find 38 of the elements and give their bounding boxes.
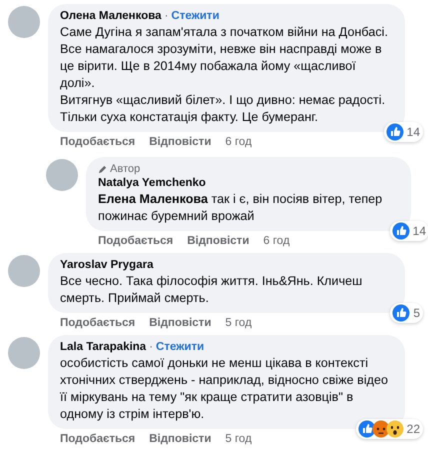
thumbs-up-icon [358,420,376,438]
follow-link[interactable]: Стежити [156,340,204,355]
comment-time[interactable]: 6 год [263,234,290,249]
like-link[interactable]: Подобається [60,432,136,447]
thumbs-up-icon [392,304,410,322]
reply-link[interactable]: Відповісти [187,234,250,249]
avatar[interactable] [46,159,78,191]
reaction-count[interactable]: 5 [390,303,423,323]
reaction-count[interactable]: 22 [356,419,423,439]
reply-link[interactable]: Відповісти [149,135,212,150]
separator-dot: · [164,9,168,24]
surprised-face-icon [386,420,404,438]
avatar[interactable] [8,337,40,369]
reaction-count[interactable]: 14 [384,122,423,142]
reply-link[interactable]: Відповісти [149,316,212,331]
thumbs-up-icon [392,222,410,240]
pencil-icon [98,164,107,174]
comment-text: Все чесно. Така філософія життя. Інь&Янь. Кличеш смерть. Приймай смерть. [60,273,364,307]
comment-time[interactable]: 5 год [225,432,252,447]
author-name[interactable]: Natalya Yemchenko [98,176,206,191]
author-label: Автор [110,162,140,176]
reaction-count[interactable]: 14 [390,221,428,241]
like-link[interactable]: Подобається [98,234,174,249]
like-link[interactable]: Подобається [60,316,136,331]
follow-link[interactable]: Стежити [171,9,220,24]
comment-text: Елена Маленкова так і є, він посіяв вітер, тепер пожинає буремний врожай [98,191,384,225]
angry-face-icon [372,420,390,438]
author-name[interactable]: Lala Tarapakina [60,340,146,355]
comment-time[interactable]: 5 год [225,316,252,331]
like-link[interactable]: Подобається [60,135,136,150]
separator-dot: · [149,340,153,355]
author-name[interactable]: Yaroslav Prygara [60,258,154,273]
author-name[interactable]: Олена Маленкова [60,9,162,24]
comment-time[interactable]: 6 год [225,135,252,150]
reply-link[interactable]: Відповісти [149,432,212,447]
avatar[interactable] [8,6,40,38]
thumbs-up-icon [386,123,404,141]
avatar[interactable] [8,255,40,287]
